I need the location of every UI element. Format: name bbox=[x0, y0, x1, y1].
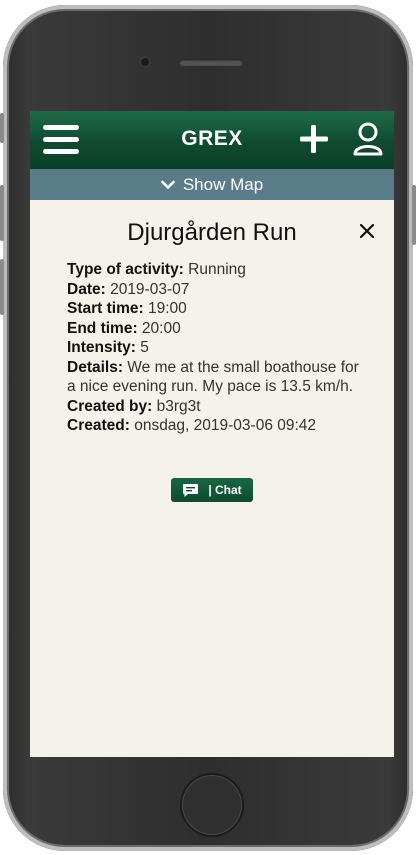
field-intensity: Intensity: 5 bbox=[67, 338, 367, 358]
app-screen: GREX Show Map Djurgården Run Type of act… bbox=[30, 111, 394, 757]
chevron-down-icon bbox=[161, 180, 175, 189]
field-value: 2019-03-07 bbox=[105, 280, 190, 298]
top-navbar: GREX bbox=[30, 111, 394, 169]
brand-title[interactable]: GREX bbox=[162, 127, 262, 151]
hamburger-menu-icon[interactable] bbox=[43, 125, 79, 155]
front-camera bbox=[139, 56, 151, 68]
field-details: Details: We me at the small boathouse fo… bbox=[67, 358, 367, 397]
close-icon[interactable] bbox=[357, 221, 377, 241]
field-label: Intensity: bbox=[67, 339, 136, 356]
field-label: Created: bbox=[67, 417, 130, 434]
field-label: Date: bbox=[67, 280, 106, 298]
volume-down-button bbox=[0, 259, 4, 315]
field-value: 20:00 bbox=[137, 319, 181, 337]
field-label: Type of activity: bbox=[67, 261, 184, 278]
home-button[interactable] bbox=[180, 773, 244, 837]
earpiece-speaker bbox=[179, 59, 243, 66]
field-label: Created by: bbox=[67, 397, 153, 415]
show-map-label: Show Map bbox=[182, 174, 264, 194]
field-value: b3rg3t bbox=[152, 397, 201, 415]
show-map-toggle[interactable]: Show Map bbox=[30, 169, 394, 200]
field-start-time: Start time: 19:00 bbox=[67, 299, 367, 319]
field-label: End time: bbox=[67, 319, 138, 337]
activity-title: Djurgården Run bbox=[127, 219, 297, 246]
volume-up-button bbox=[0, 185, 4, 241]
field-label: Start time: bbox=[67, 300, 144, 317]
field-value: 5 bbox=[135, 339, 149, 356]
field-value: onsdag, 2019-03-06 09:42 bbox=[129, 417, 317, 434]
field-created: Created: onsdag, 2019-03-06 09:42 bbox=[67, 416, 367, 436]
field-value: 19:00 bbox=[143, 300, 187, 317]
field-date: Date: 2019-03-07 bbox=[67, 280, 367, 300]
field-label: Details: bbox=[67, 358, 123, 376]
field-type-of-activity: Type of activity: Running bbox=[67, 260, 367, 280]
power-button bbox=[412, 185, 416, 245]
field-value: Running bbox=[183, 261, 246, 278]
chat-bubble-icon bbox=[183, 483, 199, 497]
chat-button[interactable]: | Chat bbox=[171, 478, 253, 502]
user-icon[interactable] bbox=[353, 122, 383, 156]
plus-icon[interactable] bbox=[299, 124, 329, 154]
activity-details: Type of activity: Running Date: 2019-03-… bbox=[67, 260, 367, 436]
field-end-time: End time: 20:00 bbox=[67, 319, 367, 339]
chat-button-label: | Chat bbox=[208, 483, 242, 497]
mute-switch bbox=[0, 113, 4, 143]
phone-frame: GREX Show Map Djurgården Run Type of act… bbox=[0, 5, 416, 851]
field-created-by: Created by: b3rg3t bbox=[67, 397, 367, 417]
